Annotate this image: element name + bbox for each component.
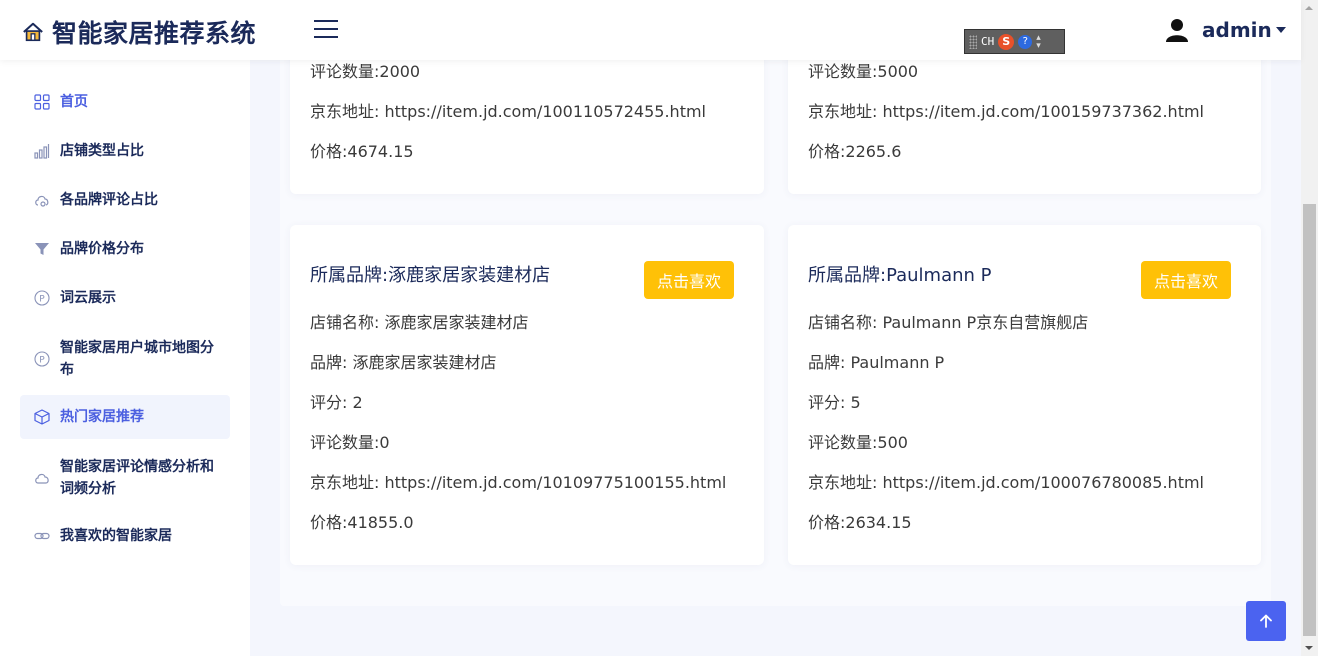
sidebar-item-label: 各品牌评论占比 xyxy=(60,192,158,208)
shop-name: 店铺名称: Paulmann P京东自营旗舰店 xyxy=(808,313,1089,332)
sidebar-item-label: 智能家居评论情感分析和词频分析 xyxy=(60,459,214,497)
top-header: 智能家居推荐系统 CH S ? ▴ ▾ admin xyxy=(0,0,1301,60)
ime-help-icon[interactable]: ? xyxy=(1018,34,1033,49)
sidebar-item-wordcloud[interactable]: P 词云展示 xyxy=(20,276,230,320)
shop-name: 店铺名称: 涿鹿家居家装建材店 xyxy=(310,313,529,332)
jd-link[interactable]: 京东地址: https://item.jd.com/100159737362.h… xyxy=(808,98,1204,122)
menu-toggle-button[interactable] xyxy=(314,20,338,40)
product-card: 所属品牌:Paulmann P 点击喜欢 店铺名称: Paulmann P京东自… xyxy=(788,225,1261,565)
sidebar-item-price-dist[interactable]: 品牌价格分布 xyxy=(20,227,230,271)
home-icon xyxy=(23,22,43,42)
chevron-down-icon xyxy=(1275,27,1286,33)
sidebar-item-label: 我喜欢的智能家居 xyxy=(60,528,172,544)
sidebar-item-label: 店铺类型占比 xyxy=(60,143,144,159)
comment-count: 评论数量:0 xyxy=(310,433,390,452)
user-icon xyxy=(1166,19,1188,42)
sidebar-item-sentiment[interactable]: 智能家居评论情感分析和词频分析 xyxy=(20,445,230,511)
p-circle-icon: P xyxy=(34,351,50,367)
sidebar-item-label: 热门家居推荐 xyxy=(60,409,144,425)
sidebar-item-label: 词云展示 xyxy=(60,290,116,306)
jd-link[interactable]: 京东地址: https://item.jd.com/10109775100155… xyxy=(310,469,726,493)
scroll-down-icon[interactable] xyxy=(1305,646,1313,650)
cloud-settings-icon xyxy=(35,195,49,207)
sidebar-item-label: 智能家居用户城市地图分布 xyxy=(60,340,214,378)
sidebar-item-shop-type[interactable]: 店铺类型占比 xyxy=(20,129,230,173)
brand: 品牌: Paulmann P xyxy=(808,353,945,372)
app-title: 智能家居推荐系统 xyxy=(52,19,257,48)
product-card: 所属品牌:涿鹿家居家装建材店 点击喜欢 店铺名称: 涿鹿家居家装建材店 品牌: … xyxy=(290,225,764,565)
scroll-thumb[interactable] xyxy=(1303,204,1316,636)
sidebar-item-label: 首页 xyxy=(60,94,88,110)
brand: 品牌: 涿鹿家居家装建材店 xyxy=(310,353,497,372)
grid-icon xyxy=(34,94,50,110)
price: 价格:4674.15 xyxy=(310,142,414,161)
ime-toolbar[interactable]: CH S ? ▴ ▾ xyxy=(964,29,1065,54)
scroll-up-icon[interactable] xyxy=(1305,6,1313,10)
sidebar-item-hot-recommend[interactable]: 热门家居推荐 xyxy=(20,395,230,439)
comment-count: 评论数量:5000 xyxy=(808,62,919,81)
filter-icon xyxy=(35,243,49,255)
like-button[interactable]: 点击喜欢 xyxy=(644,261,734,299)
score: 评分: 5 xyxy=(808,393,861,412)
brand-title: 所属品牌:Paulmann P xyxy=(808,265,992,286)
hamburger-icon-line xyxy=(314,28,338,30)
sidebar-item-home[interactable]: 首页 xyxy=(20,80,230,124)
brand-title: 所属品牌:涿鹿家居家装建材店 xyxy=(310,265,551,286)
product-card: 评论数量:2000 京东地址: https://item.jd.com/1001… xyxy=(290,40,764,194)
score: 评分: 2 xyxy=(310,393,363,412)
price: 价格:41855.0 xyxy=(310,513,414,532)
page-scrollbar[interactable] xyxy=(1301,0,1318,656)
link-icon xyxy=(34,532,50,540)
hamburger-icon-line xyxy=(314,36,338,38)
back-to-top-button[interactable] xyxy=(1246,601,1286,641)
sidebar: 首页 店铺类型占比 各品牌评论占比 品牌价格分布 P 词云展示 P 智能家居用户… xyxy=(0,60,250,656)
sidebar-item-label: 品牌价格分布 xyxy=(60,241,144,257)
sidebar-item-favorites[interactable]: 我喜欢的智能家居 xyxy=(20,514,230,558)
app-logo[interactable]: 智能家居推荐系统 xyxy=(22,14,256,50)
ime-logo-icon[interactable]: S xyxy=(998,33,1015,50)
jd-link[interactable]: 京东地址: https://item.jd.com/100076780085.h… xyxy=(808,469,1204,493)
ime-arrows-icon[interactable]: ▴ ▾ xyxy=(1036,33,1041,50)
drag-handle-icon[interactable] xyxy=(969,34,977,49)
jd-link[interactable]: 京东地址: https://item.jd.com/100110572455.h… xyxy=(310,98,706,122)
sidebar-item-city-map[interactable]: P 智能家居用户城市地图分布 xyxy=(20,326,230,392)
price: 价格:2634.15 xyxy=(808,513,912,532)
sidebar-item-brand-comments[interactable]: 各品牌评论占比 xyxy=(20,178,230,222)
price: 价格:2265.6 xyxy=(808,142,902,161)
hamburger-icon-line xyxy=(314,20,338,22)
user-menu[interactable]: admin xyxy=(1166,18,1286,42)
svg-text:P: P xyxy=(39,356,45,366)
p-circle-icon: P xyxy=(34,290,50,306)
product-card: 评论数量:5000 京东地址: https://item.jd.com/1001… xyxy=(788,40,1261,194)
arrow-up-icon xyxy=(1260,614,1272,628)
box-icon xyxy=(34,409,50,425)
bar-chart-icon xyxy=(34,144,50,159)
like-button[interactable]: 点击喜欢 xyxy=(1141,261,1231,299)
cloud-icon xyxy=(35,473,49,484)
svg-text:P: P xyxy=(39,295,45,305)
username: admin xyxy=(1202,18,1272,42)
ime-language[interactable]: CH xyxy=(981,35,994,48)
comment-count: 评论数量:2000 xyxy=(310,62,421,81)
comment-count: 评论数量:500 xyxy=(808,433,908,452)
